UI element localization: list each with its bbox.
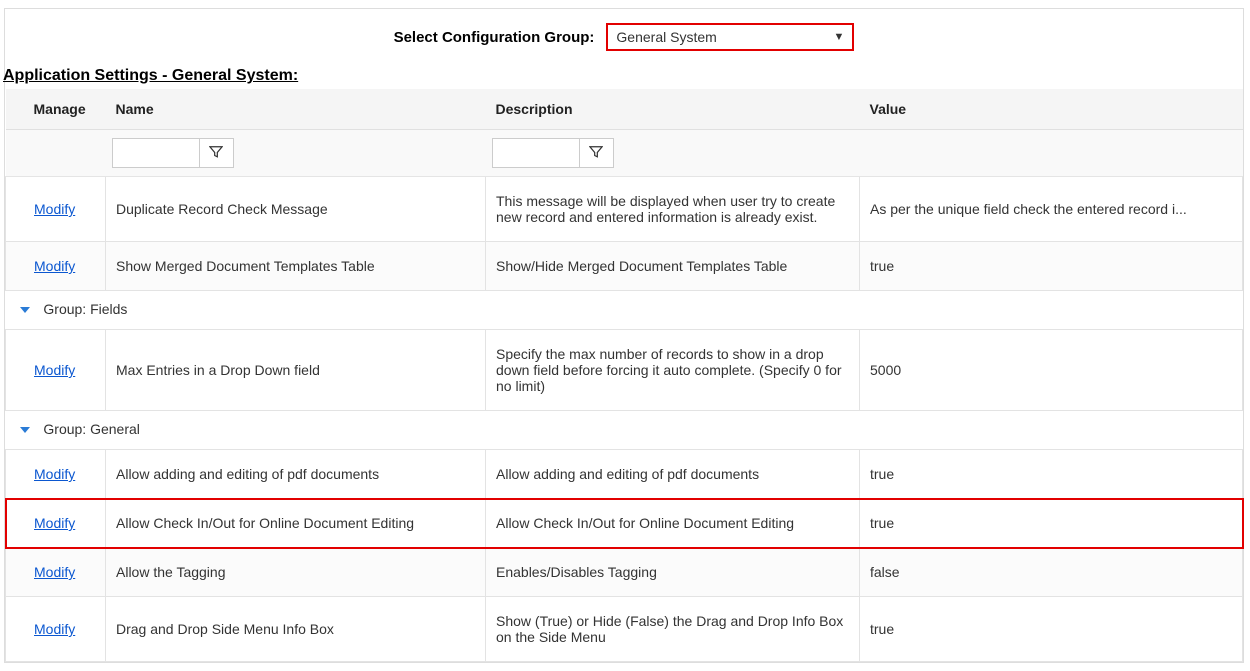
funnel-icon bbox=[209, 145, 223, 162]
name-filter-button[interactable] bbox=[200, 138, 234, 168]
modify-link[interactable]: Modify bbox=[34, 515, 75, 531]
app-container: Select Configuration Group: General Syst… bbox=[4, 8, 1244, 663]
config-group-label: Select Configuration Group: bbox=[394, 29, 595, 46]
col-header-manage[interactable]: Manage bbox=[6, 89, 106, 130]
config-group-dropdown[interactable]: General System ▼ bbox=[606, 23, 854, 51]
group-collapse-icon[interactable] bbox=[20, 427, 30, 433]
cell-description: Enables/Disables Tagging bbox=[486, 548, 860, 597]
table-row: Modify Duplicate Record Check Message Th… bbox=[6, 177, 1243, 242]
funnel-icon bbox=[589, 145, 603, 162]
cell-value: 5000 bbox=[860, 330, 1243, 411]
table-body: Modify Duplicate Record Check Message Th… bbox=[6, 177, 1243, 662]
modify-link[interactable]: Modify bbox=[34, 564, 75, 580]
table-row-highlighted: Modify Allow Check In/Out for Online Doc… bbox=[6, 499, 1243, 548]
modify-link[interactable]: Modify bbox=[34, 466, 75, 482]
chevron-down-icon: ▼ bbox=[834, 31, 845, 43]
table-filter-row bbox=[6, 130, 1243, 177]
config-group-selector-row: Select Configuration Group: General Syst… bbox=[5, 9, 1243, 67]
section-title: Application Settings - General System: bbox=[3, 67, 1243, 89]
group-header-general: Group: General bbox=[6, 411, 1243, 450]
table-row: Modify Allow adding and editing of pdf d… bbox=[6, 450, 1243, 499]
cell-name: Allow adding and editing of pdf document… bbox=[106, 450, 486, 499]
table-header-row: Manage Name Description Value bbox=[6, 89, 1243, 130]
cell-name: Drag and Drop Side Menu Info Box bbox=[106, 597, 486, 662]
config-group-selected-value: General System bbox=[616, 29, 833, 45]
cell-value: true bbox=[860, 450, 1243, 499]
description-filter-input[interactable] bbox=[492, 138, 580, 168]
col-header-value[interactable]: Value bbox=[860, 89, 1243, 130]
modify-link[interactable]: Modify bbox=[34, 201, 75, 217]
cell-description: Specify the max number of records to sho… bbox=[486, 330, 860, 411]
modify-link[interactable]: Modify bbox=[34, 621, 75, 637]
group-label: Group: Fields bbox=[43, 301, 127, 317]
table-row: Modify Allow the Tagging Enables/Disable… bbox=[6, 548, 1243, 597]
cell-value: true bbox=[860, 597, 1243, 662]
table-row: Modify Show Merged Document Templates Ta… bbox=[6, 242, 1243, 291]
modify-link[interactable]: Modify bbox=[34, 362, 75, 378]
cell-name: Max Entries in a Drop Down field bbox=[106, 330, 486, 411]
cell-description: This message will be displayed when user… bbox=[486, 177, 860, 242]
cell-description: Show/Hide Merged Document Templates Tabl… bbox=[486, 242, 860, 291]
description-filter-button[interactable] bbox=[580, 138, 614, 168]
cell-value: As per the unique field check the entere… bbox=[860, 177, 1243, 242]
group-label: Group: General bbox=[43, 421, 140, 437]
group-collapse-icon[interactable] bbox=[20, 307, 30, 313]
settings-table: Manage Name Description Value bbox=[5, 89, 1243, 662]
cell-value: true bbox=[860, 499, 1243, 548]
modify-link[interactable]: Modify bbox=[34, 258, 75, 274]
cell-name: Allow Check In/Out for Online Document E… bbox=[106, 499, 486, 548]
cell-description: Allow adding and editing of pdf document… bbox=[486, 450, 860, 499]
col-header-description[interactable]: Description bbox=[486, 89, 860, 130]
cell-value: false bbox=[860, 548, 1243, 597]
cell-description: Show (True) or Hide (False) the Drag and… bbox=[486, 597, 860, 662]
name-filter-input[interactable] bbox=[112, 138, 200, 168]
cell-description: Allow Check In/Out for Online Document E… bbox=[486, 499, 860, 548]
cell-name: Show Merged Document Templates Table bbox=[106, 242, 486, 291]
table-row: Modify Max Entries in a Drop Down field … bbox=[6, 330, 1243, 411]
table-row: Modify Drag and Drop Side Menu Info Box … bbox=[6, 597, 1243, 662]
col-header-name[interactable]: Name bbox=[106, 89, 486, 130]
cell-name: Allow the Tagging bbox=[106, 548, 486, 597]
group-header-fields: Group: Fields bbox=[6, 291, 1243, 330]
cell-value: true bbox=[860, 242, 1243, 291]
cell-name: Duplicate Record Check Message bbox=[106, 177, 486, 242]
